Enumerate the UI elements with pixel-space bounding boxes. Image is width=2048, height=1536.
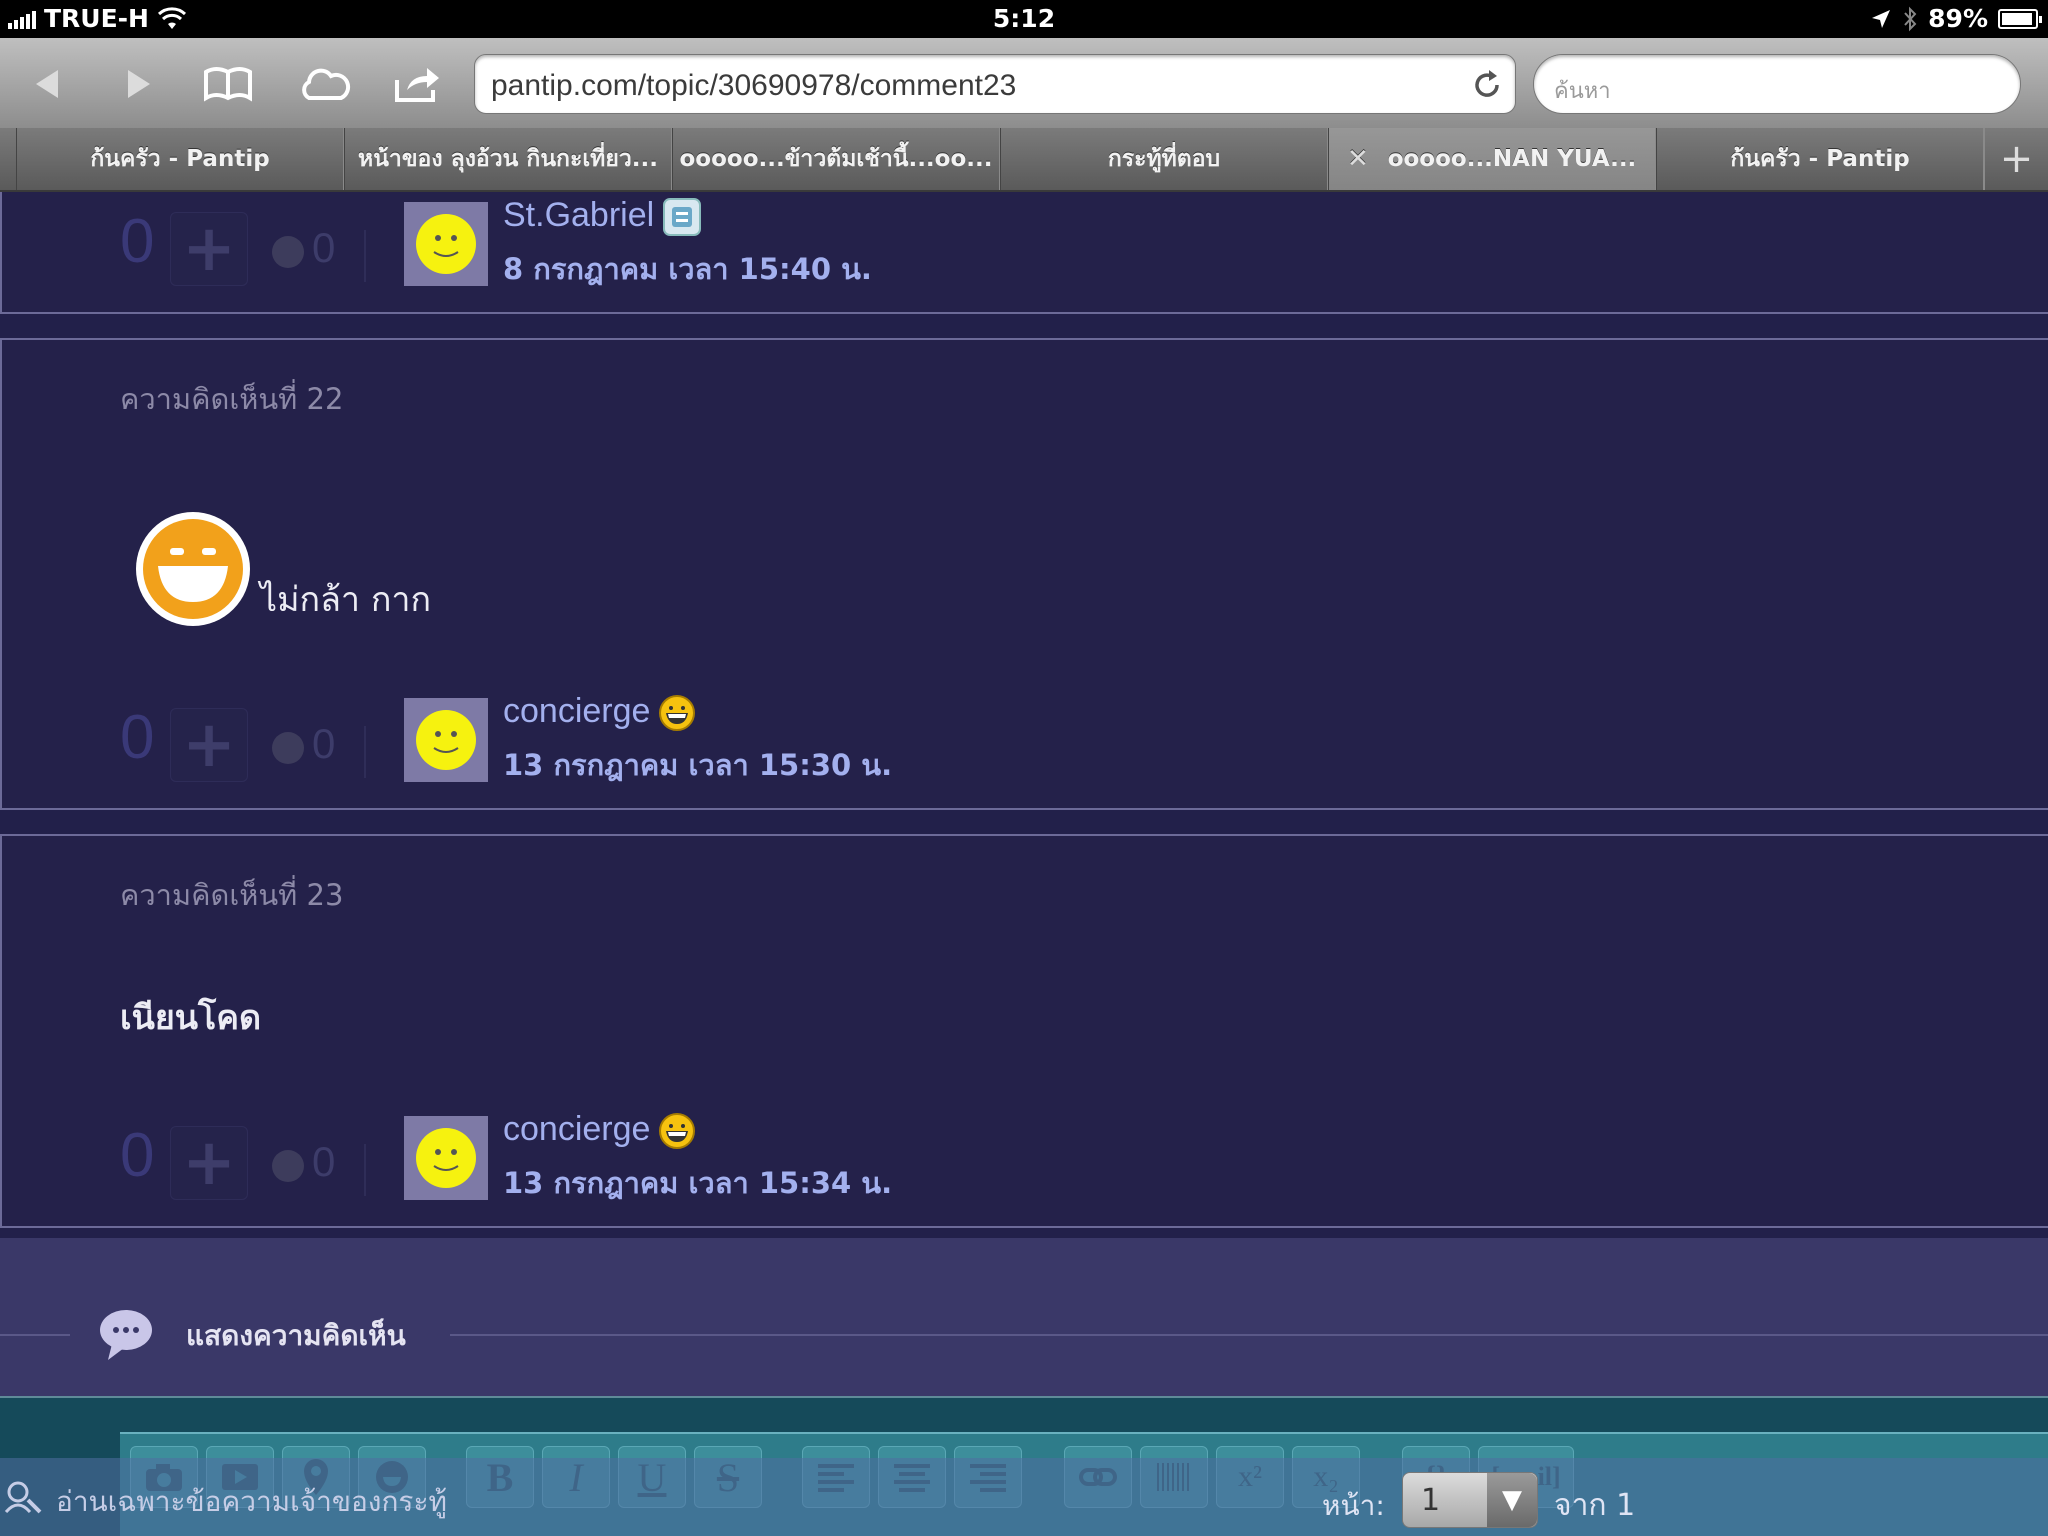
vote-plus-button[interactable]: + [170,212,248,286]
vote-count: 0 [120,207,155,276]
avatar[interactable] [404,202,488,286]
page-select[interactable]: 1 ▼ [1402,1472,1538,1528]
speech-bubble-icon [100,1310,152,1360]
back-button[interactable] [20,62,76,106]
comment-number: ความคิดเห็นที่ 22 [120,382,344,416]
tab-label: ooooo...NAN YUA... [1387,146,1637,172]
username-link[interactable]: concierge [503,1110,696,1150]
tab-1[interactable]: ก้นครัว - Pantip [16,128,344,190]
blogger-badge-icon [663,198,702,237]
emotion-icon[interactable] [272,732,304,764]
bottom-bar: อ่านเฉพาะข้อความเจ้าของกระทู้ หน้า: 1 ▼ … [0,1458,2048,1536]
dropdown-arrow-icon: ▼ [1487,1473,1537,1527]
vote-plus-button[interactable]: + [170,1126,248,1200]
tab-label: ก้นครัว - Pantip [90,146,270,172]
address-bar[interactable]: pantip.com/topic/30690978/comment23 [474,54,1516,114]
vote-plus-button[interactable]: + [170,708,248,782]
divider [364,726,366,778]
tab-label: ooooo...ข้าวต้มเช้านี้...oo... [679,146,993,172]
tab-6[interactable]: ก้นครัว - Pantip [1656,128,1984,190]
emotion-count: 0 [312,1138,336,1185]
comment-body: ไม่กล้า กาก [260,580,432,620]
tab-5-active[interactable]: ✕ ooooo...NAN YUA... [1328,128,1656,190]
username-text: concierge [503,1110,651,1148]
big-grin-emoticon-icon [136,512,250,626]
plus-icon: + [182,212,236,286]
username-link[interactable]: concierge [503,692,696,732]
page-total: จาก 1 [1554,1488,1636,1523]
username-text: St.Gabriel [503,196,655,234]
url-text: pantip.com/topic/30690978/comment23 [491,69,1017,102]
avatar[interactable] [404,698,488,782]
close-tab-icon[interactable]: ✕ [1347,144,1369,174]
plus-icon: + [1999,136,2034,182]
divider [364,230,366,282]
vote-count: 0 [120,703,155,772]
comment-card: ความคิดเห็นที่ 22 ไม่กล้า กาก 0 + 0 conc… [0,338,2048,810]
page-select-value: 1 [1421,1483,1441,1518]
plus-icon: + [182,708,236,782]
comment-timestamp: 13 กรกฎาคม เวลา 15:30 น. [503,748,893,782]
comment-number: ความคิดเห็นที่ 23 [120,878,344,912]
add-comment-section: แสดงความคิดเห็น [0,1238,2048,1398]
emotion-icon[interactable] [272,236,304,268]
comment-card: 0 + 0 St.Gabriel 8 กรกฎาคม เวลา 15:40 น. [0,192,2048,314]
divider [450,1334,2048,1336]
comment-footer: 0 + 0 concierge 13 กรกฎาคม เวลา 15:34 น. [120,1110,1020,1206]
vote-count: 0 [120,1121,155,1190]
comment-card: ความคิดเห็นที่ 23 เนียนโคด 0 + 0 concier… [0,834,2048,1228]
share-icon [395,68,439,102]
book-icon [204,67,252,102]
browser-toolbar: pantip.com/topic/30690978/comment23 ค้นห… [0,38,2048,128]
username-text: concierge [503,692,651,730]
bookmarks-button[interactable] [200,62,256,106]
comment-footer: 0 + 0 concierge 13 กรกฎาคม เวลา 15:30 น. [120,692,1020,788]
avatar[interactable] [404,1116,488,1200]
emotion-count: 0 [312,224,336,271]
owner-only-filter[interactable]: อ่านเฉพาะข้อความเจ้าของกระทู้ [56,1480,447,1524]
status-bar: TRUE-H 5:12 89% [0,0,2048,38]
battery-icon [1998,8,2042,29]
back-arrow-icon [36,70,58,98]
location-arrow-icon [1872,9,1891,28]
grin-badge-icon [659,1113,696,1150]
bluetooth-icon [1904,6,1917,31]
forward-button[interactable] [110,62,166,106]
tab-label: ก้นครัว - Pantip [1730,146,1910,172]
grin-badge-icon [659,695,696,732]
search-placeholder: ค้นหา [1554,79,1611,104]
share-button[interactable] [390,62,446,106]
tab-label: กระทู้ที่ตอบ [1107,146,1221,172]
tab-label: หน้าของ ลุงอ้วน กินกะเที่ยว... [358,146,658,172]
icloud-tabs-button[interactable] [296,62,352,106]
divider [364,1144,366,1196]
emotion-count: 0 [312,720,336,767]
add-comment-title: แสดงความคิดเห็น [186,1319,406,1352]
reload-icon[interactable] [1469,67,1505,103]
forward-arrow-icon [128,70,150,98]
smiley-avatar-icon [416,710,476,770]
emotion-icon[interactable] [272,1150,304,1182]
divider [0,1334,70,1336]
comment-timestamp: 8 กรกฎาคม เวลา 15:40 น. [503,252,872,286]
owner-filter-icon[interactable] [2,1478,44,1518]
comment-footer: 0 + 0 St.Gabriel 8 กรกฎาคม เวลา 15:40 น. [120,196,1020,292]
new-tab-button[interactable]: + [1984,128,2048,190]
plus-icon: + [182,1126,236,1200]
tab-3[interactable]: ooooo...ข้าวต้มเช้านี้...oo... [672,128,1000,190]
battery-percent: 89% [1928,4,1988,33]
search-field[interactable]: ค้นหา [1533,54,2021,114]
clock: 5:12 [992,4,1056,33]
smiley-avatar-icon [416,1128,476,1188]
comment-body: เนียนโคด [120,998,262,1038]
tab-2[interactable]: หน้าของ ลุงอ้วน กินกะเที่ยว... [344,128,672,190]
tab-bar: ก้นครัว - Pantip หน้าของ ลุงอ้วน กินกะเท… [0,128,2048,192]
page-label: หน้า: [1322,1489,1385,1522]
comment-timestamp: 13 กรกฎาคม เวลา 15:34 น. [503,1166,893,1200]
smiley-avatar-icon [416,214,476,274]
tab-4[interactable]: กระทู้ที่ตอบ [1000,128,1328,190]
username-link[interactable]: St.Gabriel [503,196,702,237]
cloud-icon [302,68,351,100]
